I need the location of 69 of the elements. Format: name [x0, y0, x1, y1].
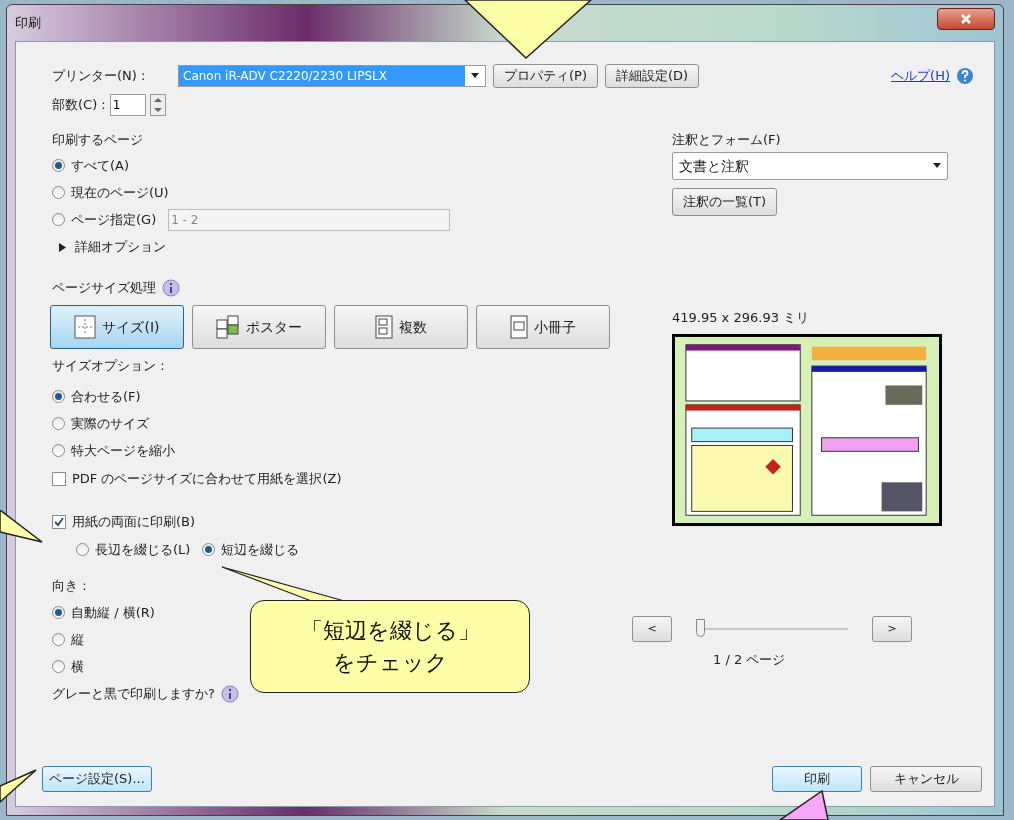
- previous-page-button[interactable]: <: [632, 616, 672, 642]
- expand-icon[interactable]: [58, 242, 67, 252]
- radio-label: すべて(A): [71, 156, 130, 175]
- radio-button[interactable]: [52, 186, 65, 199]
- copies-field[interactable]: 1: [109, 94, 146, 116]
- section-title: サイズオプション :: [52, 357, 166, 375]
- section-title: 印刷するページ: [52, 131, 144, 149]
- section-title: ページサイズ処理: [52, 279, 156, 298]
- booklet-icon: [510, 315, 528, 339]
- info-icon[interactable]: [220, 685, 239, 703]
- callout-arrow: [0, 510, 44, 544]
- checkbox-label: PDF のページサイズに合わせて用紙を選択(Z): [72, 470, 342, 489]
- checkbox-label: 用紙の両面に印刷(B): [72, 513, 196, 532]
- radio-label: 特大ページを縮小: [71, 441, 175, 460]
- radio-button[interactable]: [52, 390, 65, 403]
- radio-button[interactable]: [202, 543, 216, 556]
- radio-button[interactable]: [52, 606, 65, 619]
- section-title: 向き :: [52, 577, 87, 595]
- radio-button[interactable]: [52, 159, 65, 172]
- annotations-dropdown[interactable]: 文書と注釈: [672, 152, 948, 180]
- more-options-label[interactable]: 詳細オプション: [75, 237, 166, 257]
- radio-button[interactable]: [52, 213, 65, 226]
- page-sizing-tab[interactable]: 小冊子: [476, 305, 610, 349]
- radio-button[interactable]: [52, 417, 65, 430]
- next-page-button[interactable]: >: [872, 616, 912, 642]
- copies-spinner[interactable]: [149, 94, 166, 116]
- radio-button[interactable]: [76, 543, 89, 556]
- callout-text: をチェック: [332, 648, 448, 677]
- window-title: 印刷: [15, 14, 41, 33]
- copies-label: 部数(C) :: [52, 96, 106, 115]
- info-icon[interactable]: [162, 279, 180, 297]
- grayscale-label: グレーと黒で印刷しますか?: [52, 685, 215, 704]
- multi-page-icon: [375, 315, 393, 339]
- page-setup-button[interactable]: ページ設定(S)...: [42, 766, 152, 792]
- radio-label: 長辺を綴じる(L): [95, 540, 191, 559]
- annotations-label: 注釈とフォーム(F): [672, 131, 782, 149]
- printer-label: プリンター(N) :: [52, 67, 147, 86]
- radio-label: 合わせる(F): [71, 387, 141, 406]
- checkbox[interactable]: [52, 515, 66, 529]
- radio-button[interactable]: [52, 633, 65, 646]
- page-slider-thumb[interactable]: [696, 619, 705, 637]
- page-sizing-tab[interactable]: 複数: [334, 305, 468, 349]
- page-sizing-tab[interactable]: ポスター: [192, 305, 326, 349]
- callout-arrow: [0, 768, 38, 804]
- radio-label: 実際のサイズ: [71, 414, 149, 433]
- help-link[interactable]: ヘルプ(H): [891, 66, 950, 86]
- close-button[interactable]: [937, 8, 995, 30]
- callout-text: 「短辺を綴じる」: [300, 616, 480, 645]
- radio-button[interactable]: [52, 444, 65, 457]
- help-icon[interactable]: [956, 67, 974, 85]
- page-size-text: 419.95 x 296.93 ミリ: [672, 309, 811, 327]
- page-counter: 1 / 2 ページ: [713, 651, 786, 669]
- radio-button[interactable]: [52, 660, 65, 673]
- dialog-button[interactable]: キャンセル: [870, 766, 982, 792]
- annotations-summary-button[interactable]: 注釈の一覧(T): [672, 188, 778, 216]
- radio-label: 現在のページ(U): [71, 183, 169, 202]
- checkbox[interactable]: [52, 472, 66, 486]
- dialog-button[interactable]: 印刷: [772, 766, 862, 792]
- header-button[interactable]: 詳細設定(D): [605, 64, 700, 88]
- radio-label: 縦: [71, 630, 84, 649]
- radio-label: ページ指定(G): [71, 210, 157, 229]
- radio-label: 短辺を綴じる: [221, 540, 300, 559]
- radio-label: 自動縦 / 横(R): [71, 603, 155, 622]
- page-sizing-tab[interactable]: サイズ(I): [50, 305, 184, 349]
- tiles-icon: [216, 315, 240, 339]
- close-icon: [960, 13, 972, 25]
- radio-label: 横: [71, 657, 84, 676]
- header-button[interactable]: プロパティ(P): [493, 64, 598, 88]
- fit-page-icon: [74, 315, 97, 339]
